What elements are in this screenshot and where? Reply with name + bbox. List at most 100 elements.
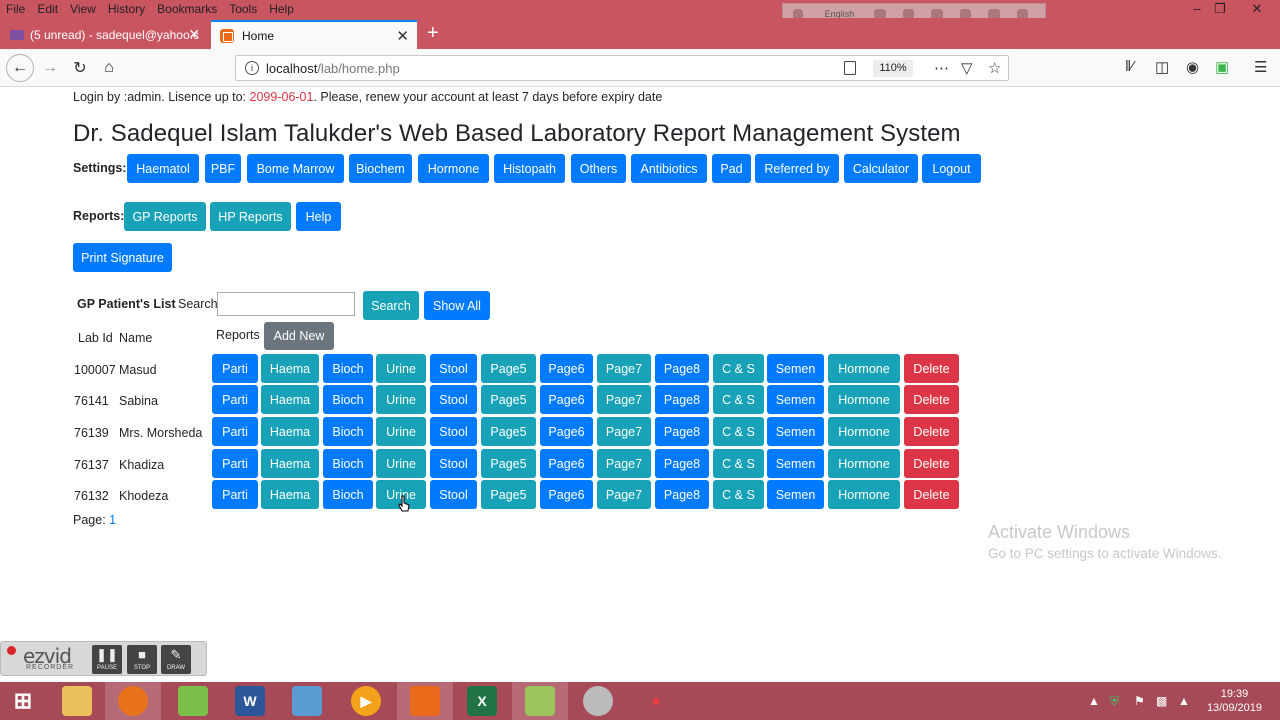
menu-file[interactable]: File (0, 0, 31, 18)
add-new-button[interactable]: Add New (264, 322, 334, 350)
reports-button-help[interactable]: Help (296, 202, 341, 231)
row-button-semen[interactable]: Semen (767, 480, 824, 509)
row-button-semen[interactable]: Semen (767, 449, 824, 478)
firefox-icon[interactable] (118, 686, 148, 716)
row-button-page8[interactable]: Page8 (655, 449, 709, 478)
page-link[interactable]: 1 (109, 513, 116, 527)
close-window-icon[interactable]: ✕ (1242, 0, 1272, 18)
row-button-delete[interactable]: Delete (904, 417, 959, 446)
row-button-page8[interactable]: Page8 (655, 480, 709, 509)
row-button-page8[interactable]: Page8 (655, 354, 709, 383)
url-bar[interactable]: i localhost/lab/home.php 110% ⋯ ▽ ☆ (235, 55, 1009, 81)
menu-view[interactable]: View (64, 0, 102, 18)
menu-help[interactable]: Help (263, 0, 300, 18)
bookmark-star-icon[interactable]: ☆ (988, 59, 1001, 77)
row-button-page8[interactable]: Page8 (655, 417, 709, 446)
row-button-page5[interactable]: Page5 (481, 480, 536, 509)
sidebar-icon[interactable]: ◫ (1155, 58, 1169, 76)
page-actions-icon[interactable]: ⋯ (934, 59, 949, 77)
row-button-bioch[interactable]: Bioch (323, 449, 373, 478)
row-button-urine[interactable]: Urine (376, 417, 426, 446)
notepad-plus-icon[interactable] (178, 686, 208, 716)
settings-button-pad[interactable]: Pad (712, 154, 751, 183)
addon-icon[interactable]: ▣ (1215, 58, 1229, 76)
row-button-parti[interactable]: Parti (212, 480, 258, 509)
settings-button-hormone[interactable]: Hormone (418, 154, 489, 183)
menu-history[interactable]: History (102, 0, 151, 18)
reports-button-hp-reports[interactable]: HP Reports (210, 202, 291, 231)
settings-button-haematol[interactable]: Haematol (127, 154, 199, 183)
menu-tools[interactable]: Tools (223, 0, 263, 18)
row-button-delete[interactable]: Delete (904, 385, 959, 414)
row-button-page5[interactable]: Page5 (481, 449, 536, 478)
row-button-page8[interactable]: Page8 (655, 385, 709, 414)
settings-button-antibiotics[interactable]: Antibiotics (631, 154, 707, 183)
pocket-icon[interactable]: ▽ (961, 59, 973, 77)
row-button-c-s[interactable]: C & S (713, 354, 764, 383)
row-button-semen[interactable]: Semen (767, 354, 824, 383)
row-button-stool[interactable]: Stool (430, 354, 477, 383)
row-button-hormone[interactable]: Hormone (828, 449, 900, 478)
row-button-urine[interactable]: Urine (376, 354, 426, 383)
print-signature-button[interactable]: Print Signature (73, 243, 172, 272)
settings-button-biochem[interactable]: Biochem (349, 154, 412, 183)
row-button-c-s[interactable]: C & S (713, 449, 764, 478)
row-button-page7[interactable]: Page7 (597, 385, 651, 414)
row-button-semen[interactable]: Semen (767, 385, 824, 414)
library-icon[interactable]: ‖⁄ (1125, 58, 1134, 75)
settings-button-logout[interactable]: Logout (922, 154, 981, 183)
bangla-keyboard-icon[interactable]: ★ (641, 686, 671, 716)
row-button-bioch[interactable]: Bioch (323, 385, 373, 414)
row-button-semen[interactable]: Semen (767, 417, 824, 446)
settings-button-pbf[interactable]: PBF (205, 154, 241, 183)
row-button-hormone[interactable]: Hormone (828, 480, 900, 509)
row-button-bioch[interactable]: Bioch (323, 480, 373, 509)
row-button-stool[interactable]: Stool (430, 385, 477, 414)
menu-edit[interactable]: Edit (31, 0, 64, 18)
media-player-icon[interactable]: ▶ (351, 686, 381, 716)
reload-icon[interactable]: ↻ (69, 57, 91, 79)
row-button-delete[interactable]: Delete (904, 449, 959, 478)
chart-app-icon[interactable] (525, 686, 555, 716)
row-button-parti[interactable]: Parti (212, 354, 258, 383)
home-icon[interactable]: ⌂ (98, 57, 120, 79)
draw-button[interactable]: ✎ DRAW (161, 645, 191, 674)
show-all-button[interactable]: Show All (424, 291, 490, 320)
row-button-parti[interactable]: Parti (212, 385, 258, 414)
row-button-page7[interactable]: Page7 (597, 417, 651, 446)
row-button-hormone[interactable]: Hormone (828, 385, 900, 414)
row-button-page6[interactable]: Page6 (540, 417, 593, 446)
new-tab-icon[interactable]: + (427, 22, 439, 44)
signal-icon[interactable]: ▲ (1178, 694, 1190, 708)
row-button-page7[interactable]: Page7 (597, 354, 651, 383)
network-icon[interactable]: ▩ (1156, 694, 1167, 708)
hamburger-menu-icon[interactable]: ☰ (1254, 58, 1267, 76)
back-icon[interactable]: ← (6, 54, 34, 82)
row-button-page6[interactable]: Page6 (540, 385, 593, 414)
settings-button-histopath[interactable]: Histopath (494, 154, 565, 183)
row-button-haema[interactable]: Haema (261, 354, 319, 383)
start-windows-icon[interactable]: ⊞ (8, 686, 38, 716)
reader-view-icon[interactable] (844, 61, 856, 75)
row-button-haema[interactable]: Haema (261, 449, 319, 478)
speaker-app-icon[interactable] (583, 686, 613, 716)
row-button-page6[interactable]: Page6 (540, 449, 593, 478)
taskbar-clock[interactable]: 19:39 13/09/2019 (1207, 687, 1262, 715)
restore-icon[interactable]: ❐ (1205, 0, 1235, 18)
zoom-level[interactable]: 110% (873, 60, 913, 77)
excel-icon[interactable]: X (467, 686, 497, 716)
row-button-page5[interactable]: Page5 (481, 385, 536, 414)
close-tab-icon[interactable]: ✕ (188, 26, 200, 43)
row-button-parti[interactable]: Parti (212, 417, 258, 446)
control-panel-icon[interactable] (292, 686, 322, 716)
row-button-delete[interactable]: Delete (904, 480, 959, 509)
row-button-hormone[interactable]: Hormone (828, 354, 900, 383)
row-button-haema[interactable]: Haema (261, 385, 319, 414)
row-button-haema[interactable]: Haema (261, 480, 319, 509)
row-button-c-s[interactable]: C & S (713, 480, 764, 509)
stop-button[interactable]: ■ STOP (127, 645, 157, 674)
row-button-page6[interactable]: Page6 (540, 480, 593, 509)
row-button-page6[interactable]: Page6 (540, 354, 593, 383)
settings-button-referred-by[interactable]: Referred by (755, 154, 839, 183)
row-button-urine[interactable]: Urine (376, 449, 426, 478)
